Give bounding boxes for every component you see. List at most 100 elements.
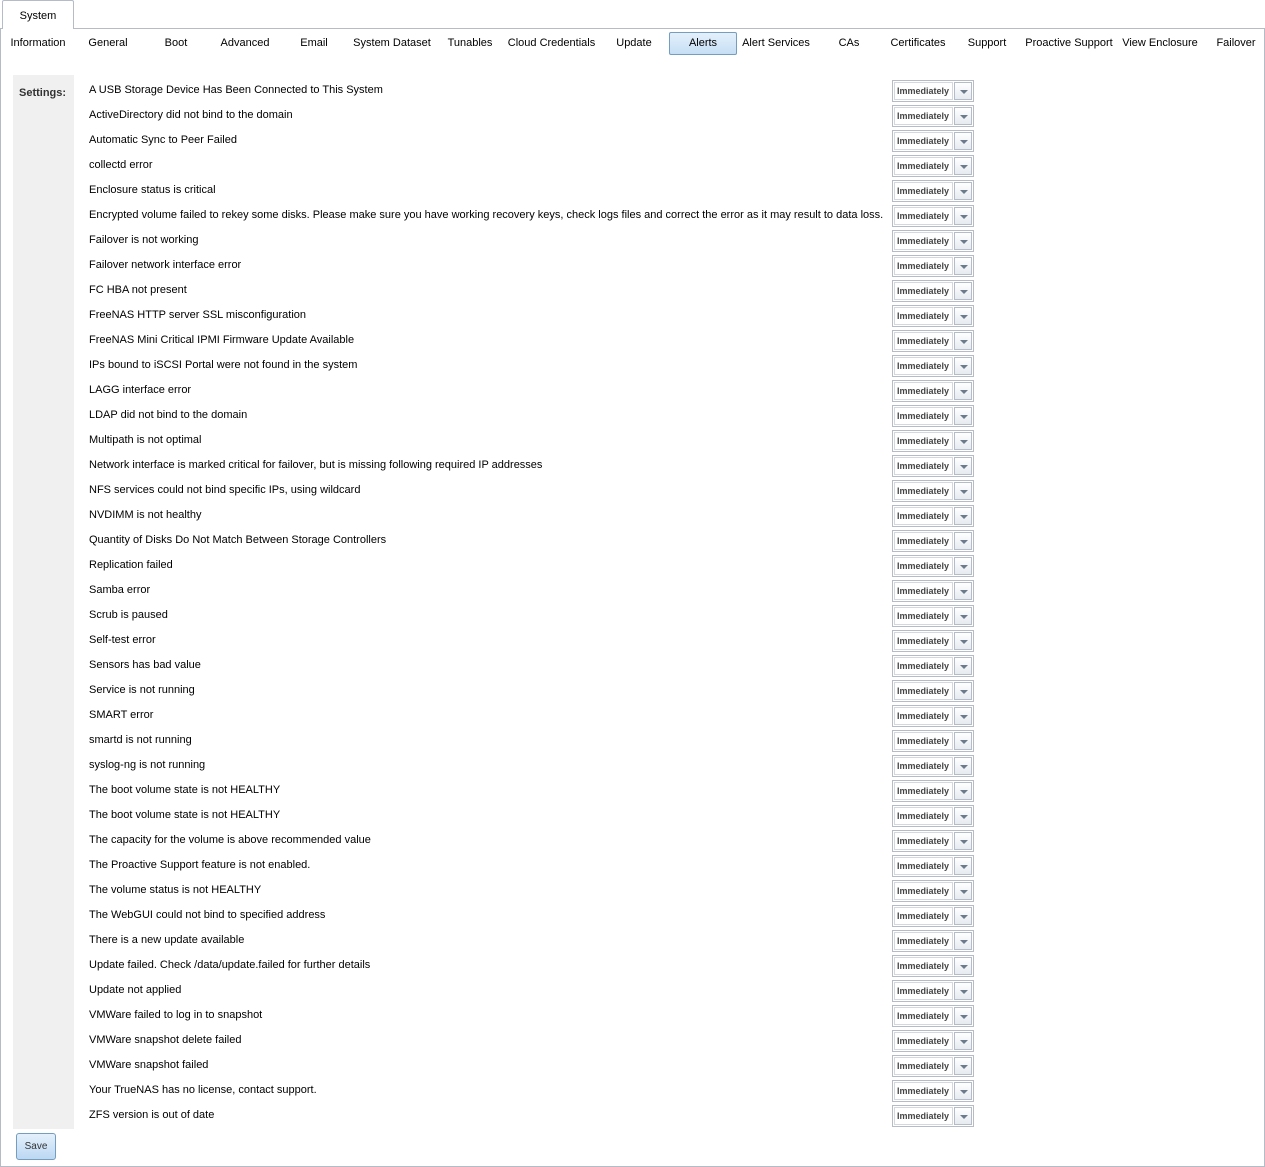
alert-frequency-value[interactable]: Immediately <box>894 1107 953 1125</box>
alert-frequency-select[interactable]: Immediately <box>892 1005 974 1027</box>
chevron-down-icon[interactable] <box>954 1032 972 1050</box>
tab-failover[interactable]: Failover <box>1213 32 1259 55</box>
chevron-down-icon[interactable] <box>954 482 972 500</box>
alert-frequency-select[interactable]: Immediately <box>892 505 974 527</box>
alert-frequency-select[interactable]: Immediately <box>892 405 974 427</box>
alert-frequency-select[interactable]: Immediately <box>892 1080 974 1102</box>
chevron-down-icon[interactable] <box>954 557 972 575</box>
alert-frequency-value[interactable]: Immediately <box>894 582 953 600</box>
alert-frequency-value[interactable]: Immediately <box>894 957 953 975</box>
alert-frequency-value[interactable]: Immediately <box>894 557 953 575</box>
chevron-down-icon[interactable] <box>954 757 972 775</box>
chevron-down-icon[interactable] <box>954 957 972 975</box>
alert-frequency-value[interactable]: Immediately <box>894 807 953 825</box>
tab-boot[interactable]: Boot <box>153 32 199 55</box>
tab-alerts[interactable]: Alerts <box>669 32 737 55</box>
alert-frequency-select[interactable]: Immediately <box>892 930 974 952</box>
alert-frequency-select[interactable]: Immediately <box>892 180 974 202</box>
alert-frequency-value[interactable]: Immediately <box>894 207 953 225</box>
chevron-down-icon[interactable] <box>954 1107 972 1125</box>
alert-frequency-value[interactable]: Immediately <box>894 307 953 325</box>
alert-frequency-value[interactable]: Immediately <box>894 257 953 275</box>
alert-frequency-select[interactable]: Immediately <box>892 155 974 177</box>
alert-frequency-value[interactable]: Immediately <box>894 232 953 250</box>
alert-frequency-select[interactable]: Immediately <box>892 880 974 902</box>
alert-frequency-value[interactable]: Immediately <box>894 407 953 425</box>
alert-frequency-select[interactable]: Immediately <box>892 1030 974 1052</box>
chevron-down-icon[interactable] <box>954 907 972 925</box>
alert-frequency-value[interactable]: Immediately <box>894 182 953 200</box>
alert-frequency-value[interactable]: Immediately <box>894 607 953 625</box>
alert-frequency-select[interactable]: Immediately <box>892 605 974 627</box>
alert-frequency-value[interactable]: Immediately <box>894 157 953 175</box>
alert-frequency-select[interactable]: Immediately <box>892 255 974 277</box>
alert-frequency-value[interactable]: Immediately <box>894 507 953 525</box>
chevron-down-icon[interactable] <box>954 232 972 250</box>
alert-frequency-value[interactable]: Immediately <box>894 732 953 750</box>
chevron-down-icon[interactable] <box>954 82 972 100</box>
tab-update[interactable]: Update <box>609 32 659 55</box>
alert-frequency-select[interactable]: Immediately <box>892 905 974 927</box>
alert-frequency-value[interactable]: Immediately <box>894 432 953 450</box>
alert-frequency-value[interactable]: Immediately <box>894 1082 953 1100</box>
alert-frequency-select[interactable]: Immediately <box>892 680 974 702</box>
tab-email[interactable]: Email <box>293 32 335 55</box>
alert-frequency-value[interactable]: Immediately <box>894 532 953 550</box>
alert-frequency-select[interactable]: Immediately <box>892 630 974 652</box>
alert-frequency-select[interactable]: Immediately <box>892 530 974 552</box>
alert-frequency-value[interactable]: Immediately <box>894 1007 953 1025</box>
alert-frequency-value[interactable]: Immediately <box>894 332 953 350</box>
alert-frequency-select[interactable]: Immediately <box>892 205 974 227</box>
alert-frequency-select[interactable]: Immediately <box>892 980 974 1002</box>
chevron-down-icon[interactable] <box>954 457 972 475</box>
chevron-down-icon[interactable] <box>954 257 972 275</box>
chevron-down-icon[interactable] <box>954 307 972 325</box>
chevron-down-icon[interactable] <box>954 382 972 400</box>
tab-certificates[interactable]: Certificates <box>885 32 951 55</box>
chevron-down-icon[interactable] <box>954 157 972 175</box>
tab-information[interactable]: Information <box>7 32 69 55</box>
alert-frequency-value[interactable]: Immediately <box>894 707 953 725</box>
alert-frequency-value[interactable]: Immediately <box>894 782 953 800</box>
chevron-down-icon[interactable] <box>954 732 972 750</box>
chevron-down-icon[interactable] <box>954 1057 972 1075</box>
alert-frequency-value[interactable]: Immediately <box>894 107 953 125</box>
alert-frequency-select[interactable]: Immediately <box>892 1105 974 1127</box>
alert-frequency-value[interactable]: Immediately <box>894 382 953 400</box>
alert-frequency-value[interactable]: Immediately <box>894 82 953 100</box>
alert-frequency-select[interactable]: Immediately <box>892 330 974 352</box>
chevron-down-icon[interactable] <box>954 932 972 950</box>
alert-frequency-value[interactable]: Immediately <box>894 132 953 150</box>
alert-frequency-value[interactable]: Immediately <box>894 1057 953 1075</box>
alert-frequency-select[interactable]: Immediately <box>892 105 974 127</box>
chevron-down-icon[interactable] <box>954 282 972 300</box>
alert-frequency-value[interactable]: Immediately <box>894 932 953 950</box>
tab-general[interactable]: General <box>83 32 133 55</box>
alert-frequency-select[interactable]: Immediately <box>892 655 974 677</box>
tab-support[interactable]: Support <box>961 32 1013 55</box>
alert-frequency-value[interactable]: Immediately <box>894 357 953 375</box>
chevron-down-icon[interactable] <box>954 657 972 675</box>
chevron-down-icon[interactable] <box>954 882 972 900</box>
alert-frequency-select[interactable]: Immediately <box>892 130 974 152</box>
chevron-down-icon[interactable] <box>954 632 972 650</box>
tab-cloud-credentials[interactable]: Cloud Credentials <box>504 32 599 55</box>
chevron-down-icon[interactable] <box>954 332 972 350</box>
alert-frequency-value[interactable]: Immediately <box>894 632 953 650</box>
alert-frequency-value[interactable]: Immediately <box>894 982 953 1000</box>
alert-frequency-select[interactable]: Immediately <box>892 480 974 502</box>
alert-frequency-select[interactable]: Immediately <box>892 730 974 752</box>
alert-frequency-value[interactable]: Immediately <box>894 757 953 775</box>
alert-frequency-select[interactable]: Immediately <box>892 280 974 302</box>
chevron-down-icon[interactable] <box>954 857 972 875</box>
alert-frequency-select[interactable]: Immediately <box>892 805 974 827</box>
alert-frequency-select[interactable]: Immediately <box>892 855 974 877</box>
chevron-down-icon[interactable] <box>954 132 972 150</box>
alert-frequency-select[interactable]: Immediately <box>892 355 974 377</box>
chevron-down-icon[interactable] <box>954 1082 972 1100</box>
tab-view-enclosure[interactable]: View Enclosure <box>1119 32 1201 55</box>
tab-proactive-support[interactable]: Proactive Support <box>1021 32 1117 55</box>
tab-alert-services[interactable]: Alert Services <box>740 32 812 55</box>
tab-system[interactable]: System <box>2 0 74 29</box>
chevron-down-icon[interactable] <box>954 1007 972 1025</box>
